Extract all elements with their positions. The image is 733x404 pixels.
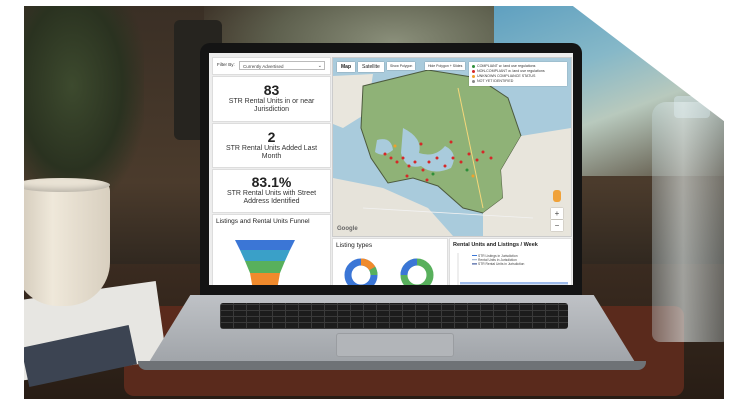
zoom-in-button[interactable]: +	[551, 208, 563, 219]
kpi-value: 83.1%	[251, 174, 292, 190]
map-marker	[405, 174, 409, 178]
map-marker	[425, 178, 429, 182]
legend-swatch	[472, 65, 475, 68]
zoom-out-button[interactable]: −	[551, 220, 563, 231]
filter-label: Filter By:	[217, 62, 235, 67]
filter-select[interactable]: Currently Advertised ⌄	[239, 61, 325, 70]
map-marker	[419, 142, 423, 146]
google-logo: Google	[337, 226, 358, 232]
map-marker	[435, 156, 439, 160]
laptop-keyboard	[220, 303, 568, 329]
filter-panel: Filter By: Currently Advertised ⌄	[212, 57, 331, 75]
laptop-trackpad	[336, 333, 454, 357]
map-marker	[383, 152, 387, 156]
map-marker	[421, 168, 425, 172]
laptop-screen: Filter By: Currently Advertised ⌄ 83 STR…	[209, 53, 573, 285]
map-marker	[471, 174, 475, 178]
funnel-stage-1	[235, 240, 295, 250]
kpi-value: 83	[263, 82, 280, 98]
coffee-cup	[24, 181, 110, 306]
map-marker	[481, 150, 485, 154]
map-marker	[389, 156, 393, 160]
map-tab-satellite[interactable]: Satellite	[358, 62, 384, 72]
show-polygon-button[interactable]: Show Polygon	[387, 62, 416, 70]
plant	[24, 6, 144, 206]
chevron-down-icon: ⌄	[317, 63, 322, 69]
map-marker	[395, 160, 399, 164]
map-marker	[465, 168, 469, 172]
map-marker	[407, 164, 411, 168]
map-marker	[489, 156, 493, 160]
donut-segment	[360, 258, 376, 271]
filter-select-value: Currently Advertised	[243, 64, 284, 69]
funnel-stage-3	[245, 261, 285, 273]
rental-week-card: Rental Units and Listings / Week STR Lis…	[449, 238, 572, 285]
donut-segment	[400, 258, 418, 276]
donut-chart-1	[344, 258, 378, 285]
street-view-pegman-icon[interactable]	[553, 190, 561, 202]
map-marker	[451, 156, 455, 160]
funnel-card: Listings and Rental Units Funnel	[212, 214, 331, 285]
funnel-chart	[235, 240, 295, 285]
donut-chart-2	[400, 258, 434, 285]
map-marker	[467, 152, 471, 156]
kpi-label: STR Rental Units Added Last Month	[225, 145, 318, 160]
map-marker	[459, 160, 463, 164]
donut-segment	[369, 266, 378, 276]
white-corner	[565, 0, 733, 128]
rental-week-legend: STR Listings in Jurisdiction Rental Unit…	[478, 254, 524, 267]
funnel-stage-4	[250, 273, 280, 285]
kpi-value: 2	[267, 129, 276, 145]
listing-types-card: Listing types	[332, 238, 448, 285]
funnel-stage-2	[240, 250, 290, 261]
map-marker	[449, 140, 453, 144]
glass-bottle	[652, 102, 724, 342]
map-marker	[475, 158, 479, 162]
map-marker	[427, 160, 431, 164]
legend-swatch	[472, 70, 475, 73]
map-marker	[413, 160, 417, 164]
legend-row: NOT YET IDENTIFIED	[472, 79, 564, 84]
map-tab-map[interactable]: Map	[337, 62, 355, 72]
kpi-card-added: 2 STR Rental Units Added Last Month	[212, 123, 331, 168]
map-marker	[401, 156, 405, 160]
map-marker	[393, 144, 397, 148]
legend-label: STR Rental Units in Jurisdiction	[478, 262, 525, 267]
kpi-label: STR Rental Units with Street Address Ide…	[226, 190, 317, 205]
map-legend: COMPLIANT w. land use regulations NON-CO…	[469, 62, 567, 86]
legend-swatch	[472, 80, 475, 83]
hide-polygon-button[interactable]: Hide Polygon + Slides	[425, 62, 466, 70]
map-marker	[443, 164, 447, 168]
kpi-label: STR Rental Units in or near Jurisdiction	[228, 98, 315, 113]
kpi-card-address: 83.1% STR Rental Units with Street Addre…	[212, 169, 331, 213]
laptop-base-front	[138, 361, 646, 370]
map-card[interactable]: Map Satellite Show Polygon Hide Polygon …	[332, 57, 572, 237]
kpi-card-units: 83 STR Rental Units in or near Jurisdict…	[212, 76, 331, 122]
listing-types-donuts	[344, 258, 434, 285]
legend-swatch	[472, 75, 475, 78]
legend-label: NOT YET IDENTIFIED	[477, 79, 514, 83]
map-marker	[431, 172, 435, 176]
